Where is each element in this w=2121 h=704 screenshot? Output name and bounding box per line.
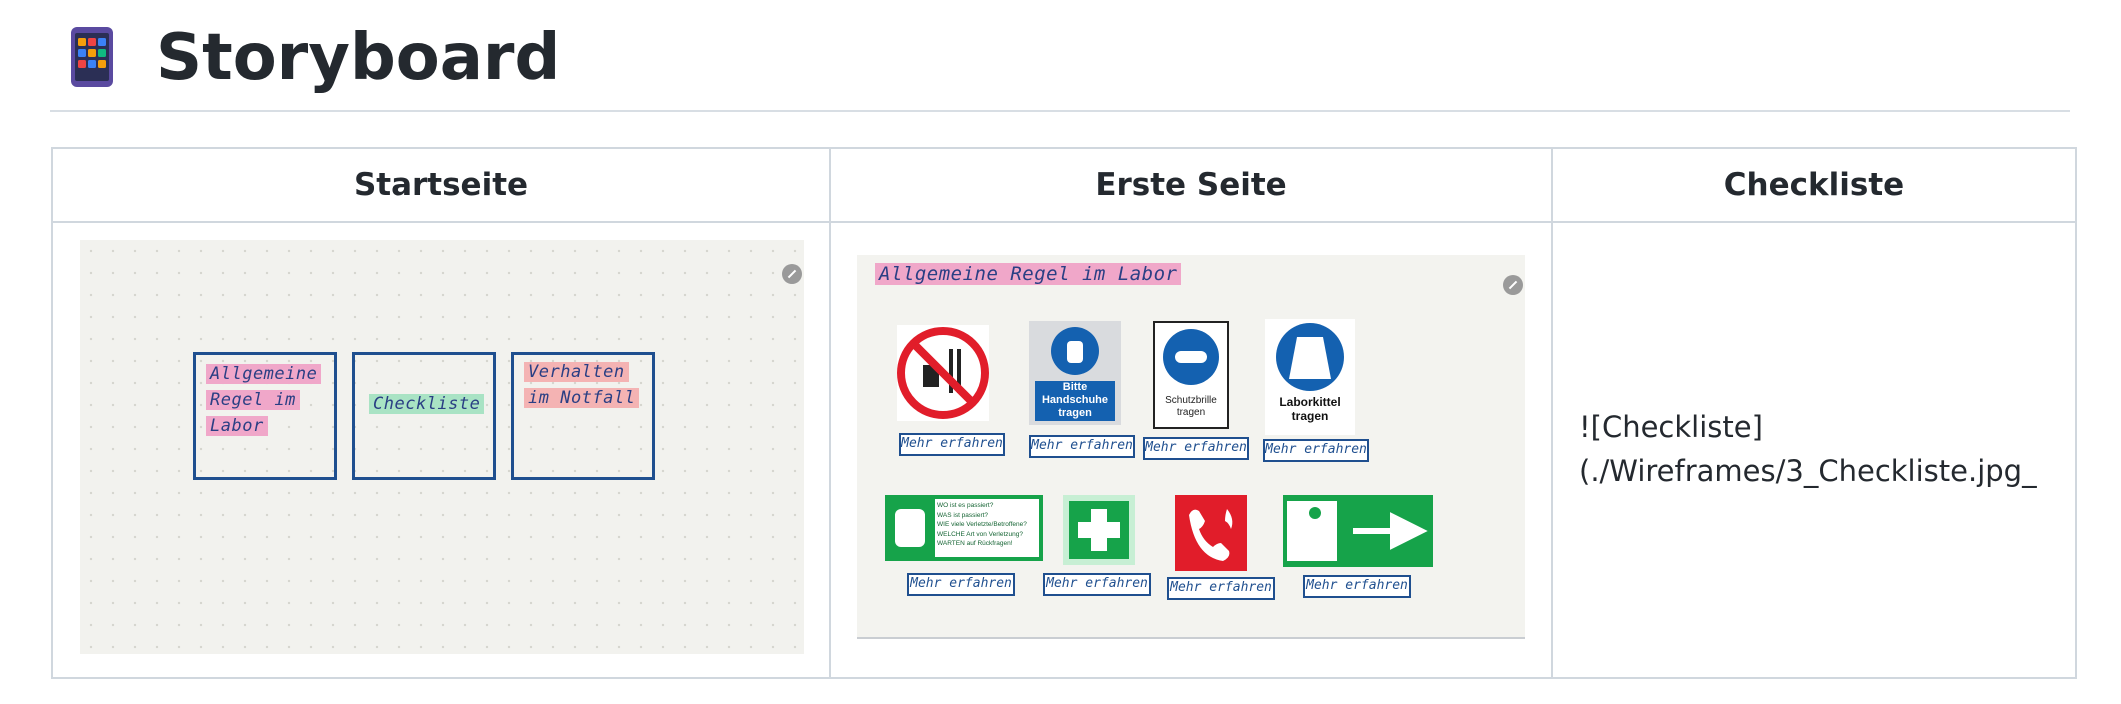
page-header: Storyboard: [50, 18, 2070, 112]
cell-startseite: Allgemeine Regel im Labor Checkliste Ver…: [51, 221, 831, 679]
column-header-startseite: Startseite: [51, 147, 831, 223]
box-text-line: Regel im: [206, 390, 300, 410]
box-text-line: im Notfall: [524, 388, 640, 408]
mehr-erfahren-button[interactable]: Mehr erfahren: [1167, 577, 1275, 600]
fire-phone-sign-icon: [1175, 495, 1247, 571]
mehr-erfahren-button[interactable]: Mehr erfahren: [907, 573, 1015, 596]
page-title: Storyboard: [156, 21, 561, 95]
box-text-line: Checkliste: [369, 394, 485, 414]
edit-pen-icon[interactable]: [1503, 275, 1523, 295]
startseite-wireframe-image: Allgemeine Regel im Labor Checkliste Ver…: [80, 240, 804, 654]
phone-app-icon: [71, 27, 113, 87]
edit-pen-icon[interactable]: [782, 264, 802, 284]
cell-erste-seite: Allgemeine Regel im Labor Bitte Handschu…: [829, 221, 1553, 679]
wireframe-box-checkliste: Checkliste: [352, 352, 496, 480]
labcoat-sign-label: Laborkittel tragen: [1279, 395, 1341, 423]
wireframe-box-verhalten-notfall: Verhalten im Notfall: [511, 352, 655, 480]
emergency-exit-sign-icon: [1283, 495, 1433, 567]
mehr-erfahren-button[interactable]: Mehr erfahren: [1029, 435, 1135, 458]
no-food-drink-sign-icon: [897, 325, 989, 421]
erste-seite-wireframe-image: Allgemeine Regel im Labor Bitte Handschu…: [857, 255, 1525, 639]
column-header-erste-seite: Erste Seite: [829, 147, 1553, 223]
box-text-line: Labor: [206, 416, 268, 436]
column-header-checkliste: Checkliste: [1551, 147, 2077, 223]
cell-checkliste: ![Checkliste] (./Wireframes/3_Checkliste…: [1551, 221, 2077, 679]
mehr-erfahren-button[interactable]: Mehr erfahren: [1143, 437, 1249, 460]
mehr-erfahren-button[interactable]: Mehr erfahren: [899, 433, 1005, 456]
storyboard-table: Startseite Erste Seite Checkliste Allgem…: [51, 147, 2077, 679]
first-aid-cross-sign-icon: [1063, 495, 1135, 565]
mehr-erfahren-button[interactable]: Mehr erfahren: [1303, 575, 1411, 598]
box-text-line: Allgemeine: [206, 364, 322, 384]
wireframe-box-allgemeine-regel: Allgemeine Regel im Labor: [193, 352, 337, 480]
goggles-sign-label: Schutzbrille tragen: [1165, 395, 1217, 418]
first-aid-questions: WO ist es passiert? WAS ist passiert? WI…: [937, 502, 1027, 547]
mehr-erfahren-button[interactable]: Mehr erfahren: [1043, 573, 1151, 596]
checkliste-broken-image-text: ![Checkliste] (./Wireframes/3_Checkliste…: [1579, 410, 2037, 488]
box-text-line: Verhalten: [524, 362, 629, 382]
wireframe-heading: Allgemeine Regel im Labor: [875, 263, 1182, 285]
mehr-erfahren-button[interactable]: Mehr erfahren: [1263, 439, 1369, 462]
gloves-sign-label: Bitte Handschuhe tragen: [1041, 381, 1108, 419]
